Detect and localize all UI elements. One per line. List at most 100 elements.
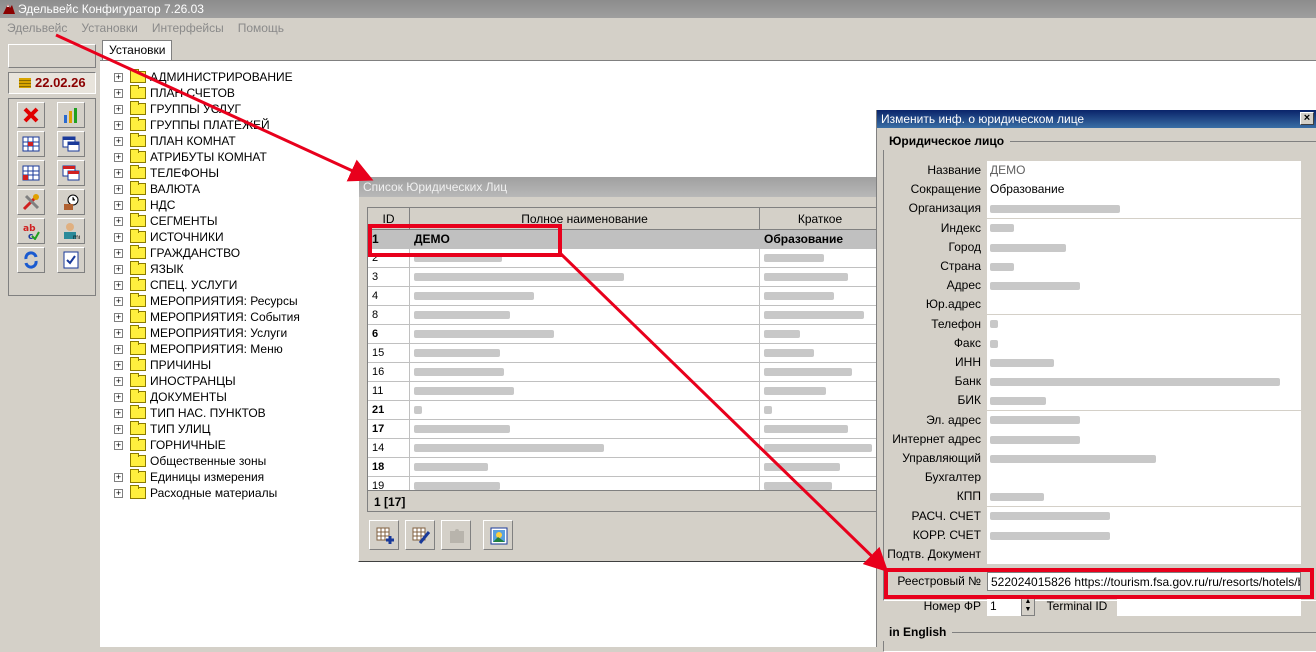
legal-entity-group-title: Юридическое лицо (883, 132, 1011, 150)
form-field-input[interactable] (987, 237, 1301, 257)
table-row[interactable]: 17 (368, 420, 878, 439)
form-field-input[interactable] (987, 525, 1301, 545)
menu-item-interfaces[interactable]: Интерфейсы (145, 18, 231, 38)
expand-plus-icon[interactable]: + (114, 105, 123, 114)
form-field-label: Телефон (931, 316, 981, 331)
form-field-input[interactable] (987, 314, 1301, 334)
fr-number-input[interactable]: 1 (987, 597, 1021, 616)
form-field-input[interactable] (987, 468, 1301, 488)
highlight-box-demo-row (368, 224, 562, 257)
expand-plus-icon[interactable]: + (114, 217, 123, 226)
form-field-input[interactable]: ДЕМО (987, 161, 1301, 180)
checklist-button[interactable] (57, 247, 85, 273)
expand-plus-icon[interactable]: + (114, 153, 123, 162)
form-field-input[interactable] (987, 199, 1301, 219)
table-row[interactable]: 18 (368, 458, 878, 477)
svg-text:mr.: mr. (73, 234, 80, 240)
form-field-input[interactable] (987, 295, 1301, 315)
expand-plus-icon[interactable]: + (114, 297, 123, 306)
table-row[interactable]: 14 (368, 439, 878, 458)
expand-plus-icon[interactable]: + (114, 233, 123, 242)
expand-plus-icon[interactable]: + (114, 89, 123, 98)
form-field-input[interactable] (987, 353, 1301, 372)
expand-plus-icon[interactable]: + (114, 313, 123, 322)
folder-icon (130, 197, 146, 211)
redacted-text (990, 224, 1014, 233)
terminal-id-input[interactable] (1117, 597, 1301, 616)
edit-entity-button[interactable] (405, 520, 435, 550)
column-header-short-name[interactable]: Краткое (760, 208, 878, 230)
table-row[interactable]: 3 (368, 268, 878, 287)
cell-full-name (410, 325, 760, 344)
table-row[interactable]: 8 (368, 306, 878, 325)
expand-plus-icon[interactable]: + (114, 121, 123, 130)
expand-plus-icon[interactable]: + (114, 489, 123, 498)
table-row[interactable]: 16 (368, 363, 878, 382)
report-button[interactable] (57, 102, 85, 128)
grid-blue-button[interactable] (17, 131, 45, 157)
expand-plus-icon[interactable]: + (114, 441, 123, 450)
tab-settings[interactable]: Установки (102, 40, 173, 60)
expand-plus-icon[interactable]: + (114, 425, 123, 434)
window-blue-button[interactable] (57, 131, 85, 157)
form-field-input[interactable] (987, 276, 1301, 296)
form-field-input[interactable] (987, 218, 1301, 238)
form-field-input[interactable] (987, 410, 1301, 430)
expand-plus-icon[interactable]: + (114, 473, 123, 482)
expand-plus-icon[interactable]: + (114, 409, 123, 418)
close-button[interactable]: × (1300, 112, 1314, 125)
form-field-input[interactable] (987, 429, 1301, 449)
expand-plus-icon[interactable]: + (114, 73, 123, 82)
add-entity-button[interactable] (369, 520, 399, 550)
expand-plus-icon[interactable]: + (114, 185, 123, 194)
tools-button[interactable] (17, 189, 45, 215)
expand-plus-icon[interactable]: + (114, 377, 123, 386)
redacted-text (414, 368, 504, 377)
expand-plus-icon[interactable]: + (114, 169, 123, 178)
form-row: Подтв. Документ (877, 545, 1316, 564)
schedule-button[interactable] (57, 189, 85, 215)
expand-plus-icon[interactable]: + (114, 361, 123, 370)
form-field-input[interactable] (987, 449, 1301, 468)
form-field-input[interactable]: Образование (987, 180, 1301, 200)
delete-entity-button-disabled[interactable] (441, 520, 471, 550)
expand-plus-icon[interactable]: + (114, 281, 123, 290)
cell-short-name (760, 439, 878, 458)
form-field-input[interactable] (987, 545, 1301, 564)
spellcheck-button[interactable]: ab c (17, 218, 45, 244)
delete-button[interactable] (17, 102, 45, 128)
expand-plus-icon[interactable]: + (114, 329, 123, 338)
expand-plus-icon[interactable]: + (114, 393, 123, 402)
grid-red-button[interactable] (17, 160, 45, 186)
table-row[interactable]: 4 (368, 287, 878, 306)
left-panel-blank-button[interactable] (8, 44, 96, 68)
refresh-button[interactable] (17, 247, 45, 273)
form-field-input[interactable] (987, 391, 1301, 411)
tree-item-label: СПЕЦ. УСЛУГИ (150, 278, 238, 292)
expand-plus-icon[interactable]: + (114, 345, 123, 354)
expand-plus-icon[interactable]: + (114, 201, 123, 210)
form-field-input[interactable] (987, 333, 1301, 353)
table-row[interactable]: 21 (368, 401, 878, 420)
expand-plus-icon[interactable]: + (114, 137, 123, 146)
form-field-input[interactable] (987, 506, 1301, 526)
form-field-input[interactable] (987, 487, 1301, 507)
print-preview-button[interactable] (483, 520, 513, 550)
fr-number-spinner[interactable]: ▲ ▼ (1021, 597, 1035, 616)
form-field-input[interactable] (987, 257, 1301, 276)
expand-plus-icon[interactable]: + (114, 265, 123, 274)
form-field-input[interactable] (987, 372, 1301, 392)
menu-item-settings[interactable]: Установки (74, 18, 144, 38)
table-row[interactable]: 6 (368, 325, 878, 344)
users-button[interactable]: mr. (57, 218, 85, 244)
form-field-label: Управляющий (902, 451, 981, 465)
table-row[interactable]: 11 (368, 382, 878, 401)
redacted-text (990, 320, 998, 329)
folder-icon (130, 261, 146, 275)
table-row[interactable]: 15 (368, 344, 878, 363)
window-red-button[interactable] (57, 160, 85, 186)
date-display: 22.02.26 (8, 72, 96, 94)
menu-item-help[interactable]: Помощь (231, 18, 291, 38)
expand-plus-icon[interactable]: + (114, 249, 123, 258)
menu-item-edelweiss[interactable]: Эдельвейс (0, 18, 74, 38)
